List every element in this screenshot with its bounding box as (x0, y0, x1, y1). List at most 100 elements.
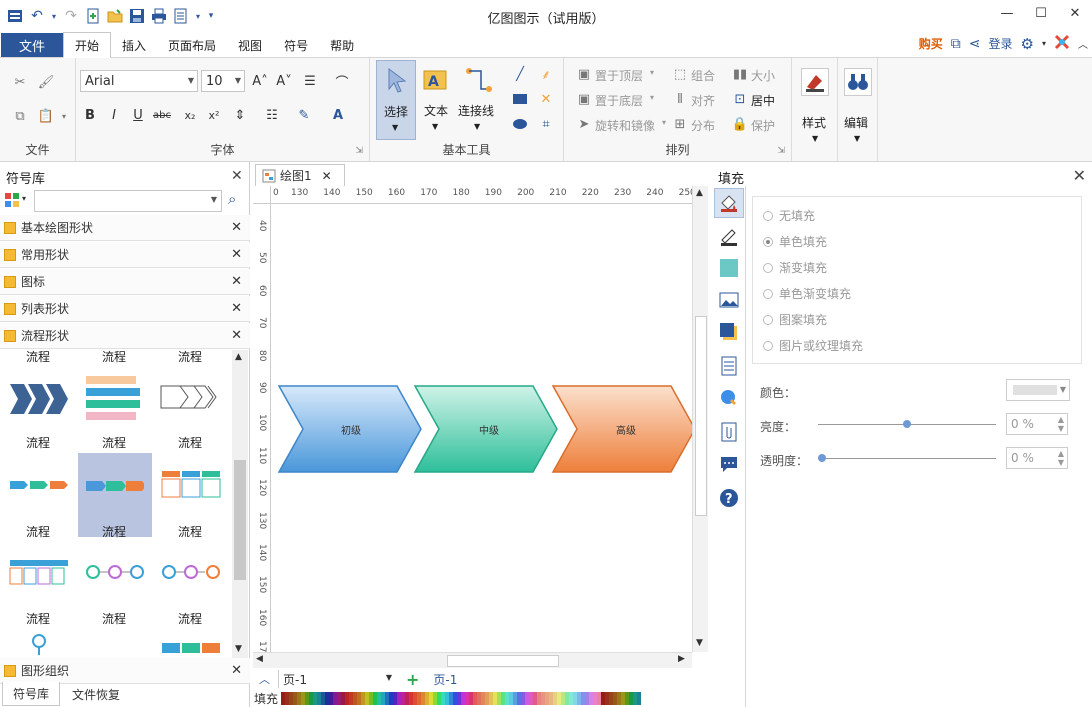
chevron-down-icon[interactable]: ▾ (54, 106, 74, 126)
library-shape[interactable]: 流程 (2, 366, 76, 450)
library-shape[interactable]: 流程 (154, 540, 228, 626)
close-icon[interactable]: ✕ (1073, 166, 1086, 185)
login-link[interactable]: 登录 (989, 35, 1013, 52)
chevron-down-icon[interactable]: ▾ (662, 118, 666, 127)
chevron-down-icon[interactable]: ▾ (22, 194, 26, 203)
line-style-icon[interactable]: ⌒ (332, 71, 352, 91)
minimize-button[interactable]: — (990, 0, 1024, 26)
line-tool-icon[interactable]: ╱ (510, 64, 530, 84)
close-icon[interactable]: ✕ (231, 220, 242, 235)
share-icon[interactable]: ⋖ (969, 36, 981, 52)
dialog-launcher-icon[interactable]: ⇲ (355, 146, 363, 156)
distribute-icon[interactable]: ⊞ (670, 114, 690, 134)
chevron-down-icon[interactable]: ▾ (1042, 39, 1046, 48)
distribute-label[interactable]: 分布 (691, 117, 715, 134)
page-select[interactable]: 页-1 ▼ (278, 670, 396, 688)
library-shape-selected[interactable]: 流程 (78, 453, 152, 539)
bullets-icon[interactable]: ☷ (262, 105, 282, 125)
scroll-down-icon[interactable]: ▼ (696, 638, 703, 648)
library-category[interactable]: 流程形状 ✕ (0, 323, 250, 349)
page-properties-icon[interactable] (719, 356, 739, 376)
align-icon[interactable]: ⫴ (670, 89, 690, 109)
library-category[interactable]: 常用形状 ✕ (0, 242, 250, 268)
font-size-select[interactable]: 10 ▼ (201, 70, 245, 92)
brightness-input[interactable]: 0 % ▲ ▼ (1006, 413, 1068, 435)
font-color-icon[interactable]: A (328, 105, 348, 125)
chevron-down-icon[interactable]: ▼ (854, 134, 860, 143)
subscript-icon[interactable]: x₂ (180, 105, 200, 125)
library-shape[interactable]: 流程 (154, 366, 228, 450)
scroll-down-icon[interactable]: ▼ (235, 644, 242, 654)
shadow-icon[interactable] (719, 322, 739, 342)
close-icon[interactable]: ✕ (231, 328, 242, 343)
spin-arrows-icon[interactable]: ▲ ▼ (1058, 415, 1064, 433)
line-style-icon[interactable] (719, 226, 739, 246)
collapse-ribbon-icon[interactable]: ︿ (1078, 36, 1088, 51)
scroll-up-icon[interactable]: ▲ (235, 352, 242, 362)
chevron-down-icon[interactable]: ▾ (650, 68, 654, 77)
library-shape[interactable] (2, 627, 76, 657)
customize-qat-icon[interactable]: ▾ (206, 7, 216, 25)
document-tab[interactable]: 绘图1 ✕ (255, 164, 345, 186)
fill-option-solid[interactable]: 单色填充 (763, 233, 827, 250)
chevron-down-icon[interactable]: ▾ (650, 93, 654, 102)
line-spacing-icon[interactable]: ⇕ (230, 105, 250, 125)
select-tool-button[interactable]: 选择 ▼ (376, 60, 416, 140)
tab-help[interactable]: 帮助 (319, 33, 365, 57)
send-back-icon[interactable]: ▣ (574, 89, 594, 109)
transparency-input[interactable]: 0 % ▲ ▼ (1006, 447, 1068, 469)
text-align-icon[interactable]: ☰ (300, 71, 320, 91)
library-category[interactable]: 列表形状 ✕ (0, 296, 250, 322)
export-icon[interactable] (172, 7, 190, 25)
tab-file-recovery[interactable]: 文件恢复 (62, 682, 130, 706)
cut-icon[interactable]: ✂ (10, 72, 30, 92)
library-shape[interactable]: 流程 (2, 453, 76, 539)
fill-option-none[interactable]: 无填充 (763, 207, 815, 224)
new-file-icon[interactable] (84, 7, 102, 25)
scroll-thumb[interactable] (695, 316, 707, 516)
rotate-mirror-label[interactable]: 旋转和镜像 (595, 117, 655, 134)
chevron-up-icon[interactable]: ︿ (259, 671, 270, 687)
fill-bucket-icon[interactable] (719, 193, 739, 213)
close-icon[interactable]: ✕ (231, 247, 242, 262)
chevron-down-icon[interactable]: ▾ (194, 7, 202, 25)
add-page-icon[interactable]: + (406, 670, 419, 689)
chevron-down-icon[interactable]: ▾ (50, 7, 58, 25)
plugin-icon[interactable] (1054, 34, 1070, 53)
library-shape[interactable]: 流程 (78, 366, 152, 450)
center-icon[interactable]: ⊡ (730, 89, 750, 109)
settings-gear-icon[interactable]: ⚙ (1021, 35, 1034, 53)
chevron-down-icon[interactable]: ▼ (211, 195, 217, 204)
group-label[interactable]: 组合 (691, 67, 715, 84)
protect-label[interactable]: 保护 (751, 117, 775, 134)
close-icon[interactable]: ✕ (231, 274, 242, 289)
ellipse-tool-icon[interactable] (510, 114, 530, 134)
undo-icon[interactable]: ↶ (28, 7, 46, 25)
library-shape[interactable]: 流程 (2, 540, 76, 626)
help-icon[interactable]: ? (719, 488, 739, 508)
search-icon[interactable]: ⌕ (228, 190, 236, 208)
copy-icon[interactable]: ⧉ (10, 106, 30, 126)
image-icon[interactable] (719, 290, 739, 310)
transparency-slider[interactable] (818, 458, 996, 459)
lock-icon[interactable]: 🔒 (730, 114, 750, 134)
binoculars-icon[interactable] (844, 68, 872, 96)
tab-symbol-library[interactable]: 符号库 (2, 682, 61, 706)
transparency-slider-knob[interactable] (818, 454, 826, 462)
tab-view[interactable]: 视图 (227, 33, 273, 57)
paste-icon[interactable]: 📋 (36, 106, 56, 126)
library-category[interactable]: 图标 ✕ (0, 269, 250, 295)
library-grid-icon[interactable] (4, 192, 20, 211)
align-label[interactable]: 对齐 (691, 92, 715, 109)
tab-insert[interactable]: 插入 (111, 33, 157, 57)
highlight-icon[interactable]: ✎ (294, 105, 314, 125)
send-back-label[interactable]: 置于底层 (595, 92, 643, 109)
library-shape[interactable]: 流程 (154, 453, 228, 539)
drawing-page[interactable]: 初级 中级 高级 (271, 204, 692, 652)
attachment-icon[interactable] (719, 422, 739, 442)
comment-icon[interactable] (719, 454, 739, 474)
library-shape[interactable] (154, 627, 228, 657)
size-icon[interactable]: ▮▮ (730, 64, 750, 84)
close-icon[interactable]: ✕ (231, 663, 242, 678)
close-icon[interactable]: ✕ (231, 301, 242, 316)
